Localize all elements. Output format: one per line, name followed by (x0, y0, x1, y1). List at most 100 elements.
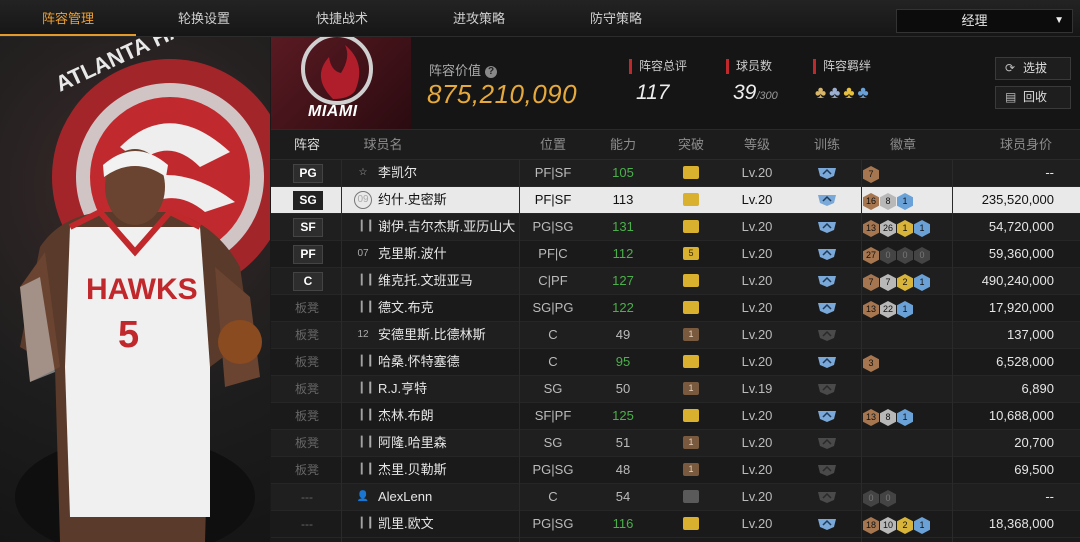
tab-defense-strategy[interactable]: 防守策略 (548, 0, 684, 36)
jersey-number: 09 (354, 191, 372, 209)
badge-list[interactable]: 16 8 1 (863, 191, 914, 210)
team-name: MIAMI (308, 103, 358, 120)
team-header: MIAMI 阵容价值? 875,210,090 阵容总评 117 球员数 39/… (271, 37, 1080, 130)
player-position: PF|SF (534, 192, 572, 207)
badge-list[interactable]: 00 (863, 488, 897, 507)
bench-slot-label[interactable]: 板凳 (285, 349, 329, 375)
tab-lineup-management[interactable]: 阵容管理 (0, 0, 136, 36)
breakthrough-crown-icon[interactable] (683, 409, 699, 422)
badge-list[interactable]: 18 10 2 1 (863, 515, 931, 534)
tab-quick-tactics[interactable]: 快捷战术 (274, 0, 410, 36)
recycle-button[interactable]: ▤ 回收 (995, 86, 1071, 109)
player-level: Lv.20 (741, 300, 773, 315)
tab-offense-strategy[interactable]: 进攻策略 (411, 0, 547, 36)
breakthrough-crown-icon[interactable] (683, 301, 699, 314)
table-row[interactable]: PF 07 克里斯.波什 PF|C 112 5 Lv.20 27 0 0 0 59,360,000 (271, 241, 1080, 268)
breakthrough-crown-icon[interactable] (683, 274, 699, 287)
select-button[interactable]: ⟳ 选拔 (995, 57, 1071, 80)
col-badges[interactable]: 徽章 (873, 130, 933, 159)
breakthrough-crown-icon[interactable] (683, 220, 699, 233)
player-value: 54,720,000 (988, 219, 1054, 234)
synergy-icons[interactable]: ♣♣♣♣ (815, 83, 872, 103)
badge-hex-icon: 7 (863, 166, 879, 183)
table-row[interactable]: SF ▕▏▎ 谢伊.吉尔杰斯.亚历山大 PG|SG 131 Lv.20 13 26 1 1 54,7… (271, 214, 1080, 241)
col-position[interactable]: 位置 (523, 130, 583, 159)
badge-list[interactable]: 3 (863, 353, 880, 372)
position-slot-badge[interactable]: PF (293, 245, 323, 264)
help-icon[interactable]: ? (485, 66, 498, 78)
col-training[interactable]: 训练 (797, 130, 857, 159)
training-icon[interactable] (817, 302, 837, 314)
breakthrough-crown-icon[interactable] (683, 193, 699, 206)
position-slot-badge[interactable]: PG (293, 164, 323, 183)
training-icon[interactable] (817, 356, 837, 368)
bench-slot-label[interactable]: 板凳 (285, 457, 329, 483)
badge-list[interactable]: 13 26 1 1 (863, 218, 931, 237)
breakthrough-crown-icon[interactable] (683, 517, 699, 530)
training-icon[interactable] (817, 248, 837, 260)
badge-list[interactable]: 13 8 1 (863, 407, 914, 426)
position-slot-badge[interactable]: C (293, 272, 323, 291)
badge-hex-icon: 1 (897, 220, 913, 237)
bench-slot-label[interactable]: 板凳 (285, 322, 329, 348)
player-name: 阿隆.哈里森 (378, 435, 447, 450)
training-icon[interactable] (817, 518, 837, 530)
col-breakthrough[interactable]: 突破 (661, 130, 721, 159)
training-icon[interactable] (817, 464, 837, 476)
table-row[interactable]: --- ▕▏▎ 凯里.欧文 PG|SG 116 Lv.20 18 10 2 1 18,368,000 (271, 511, 1080, 538)
table-row[interactable]: PG ☆ 李凯尔 PF|SF 105 Lv.20 7 -- (271, 160, 1080, 187)
tab-rotation-settings[interactable]: 轮换设置 (136, 0, 272, 36)
breakthrough-crown-icon[interactable] (683, 166, 699, 179)
training-icon[interactable] (817, 167, 837, 179)
training-icon[interactable] (817, 410, 837, 422)
training-icon[interactable] (817, 221, 837, 233)
col-lineup[interactable]: 阵容 (285, 130, 329, 159)
badge-list[interactable]: 7 (863, 164, 880, 183)
breakthrough-crown-icon[interactable]: 5 (683, 247, 699, 260)
bench-slot-label[interactable]: --- (285, 511, 329, 537)
training-icon[interactable] (817, 329, 837, 341)
badge-hex-icon: 16 (863, 193, 879, 210)
table-row[interactable]: 板凳 ▕▏▎ 德文.布克 SG|PG 122 Lv.20 13 22 1 17,920,000 (271, 295, 1080, 322)
player-level: Lv.20 (741, 435, 773, 450)
table-row[interactable]: 板凳 ▕▏▎ 阿隆.哈里森 SG 51 1 Lv.20 20,700 (271, 430, 1080, 457)
col-level[interactable]: 等级 (727, 130, 787, 159)
bench-slot-label[interactable]: 板凳 (285, 295, 329, 321)
manager-select[interactable]: 经理 ▼ (896, 9, 1073, 33)
col-player-value[interactable]: 球员身价 (991, 130, 1061, 159)
badge-list[interactable]: 27 0 0 0 (863, 245, 931, 264)
col-ability[interactable]: 能力 (593, 130, 653, 159)
breakthrough-crown-icon[interactable] (683, 490, 699, 503)
breakthrough-crown-icon[interactable]: 1 (683, 463, 699, 476)
table-row[interactable]: 板凳 ▕▏▎ 杰林.布朗 SF|PF 125 Lv.20 13 8 1 10,688,000 (271, 403, 1080, 430)
table-row[interactable]: --- 👤 AlexLenn C 54 Lv.20 0 0 -- (271, 484, 1080, 511)
bench-slot-label[interactable]: 板凳 (285, 430, 329, 456)
table-row[interactable]: 板凳 ▕▏▎ 哈桑.怀特塞德 C 95 Lv.20 3 6,528,000 (271, 349, 1080, 376)
training-icon[interactable] (817, 437, 837, 449)
table-row[interactable]: SG 09 约什.史密斯 PF|SF 113 Lv.20 16 8 1 235,520,000 (271, 187, 1080, 214)
training-icon[interactable] (817, 491, 837, 503)
table-row[interactable]: C ▕▏▎ 维克托.文班亚马 C|PF 127 Lv.20 7 7 2 1 490,240,000 (271, 268, 1080, 295)
player-ability: 122 (612, 300, 634, 315)
breakthrough-crown-icon[interactable]: 1 (683, 436, 699, 449)
breakthrough-crown-icon[interactable]: 1 (683, 382, 699, 395)
training-icon[interactable] (817, 275, 837, 287)
bench-slot-label[interactable]: 板凳 (285, 403, 329, 429)
training-icon[interactable] (817, 194, 837, 206)
bench-slot-label[interactable]: --- (285, 484, 329, 510)
player-ability: 131 (612, 219, 634, 234)
badge-list[interactable]: 13 22 1 (863, 299, 914, 318)
badge-list[interactable]: 7721 (863, 272, 931, 291)
training-icon[interactable] (817, 383, 837, 395)
breakthrough-crown-icon[interactable]: 1 (683, 328, 699, 341)
col-player-name[interactable]: 球员名 (353, 130, 413, 159)
bench-slot-label[interactable]: 板凳 (285, 376, 329, 402)
table-row[interactable]: 板凳 ▕▏▎ 杰里.贝勒斯 PG|SG 48 1 Lv.20 69,500 (271, 457, 1080, 484)
chevron-down-icon: ▼ (1054, 15, 1064, 26)
position-slot-badge[interactable]: SG (293, 191, 323, 210)
player-count-label: 球员数 (726, 59, 772, 74)
table-row[interactable]: 板凳 12 安德里斯.比德林斯 C 49 1 Lv.20 137,000 (271, 322, 1080, 349)
position-slot-badge[interactable]: SF (293, 218, 323, 237)
breakthrough-crown-icon[interactable] (683, 355, 699, 368)
table-row[interactable]: 板凳 ▕▏▎ R.J.亨特 SG 50 1 Lv.19 6,890 (271, 376, 1080, 403)
